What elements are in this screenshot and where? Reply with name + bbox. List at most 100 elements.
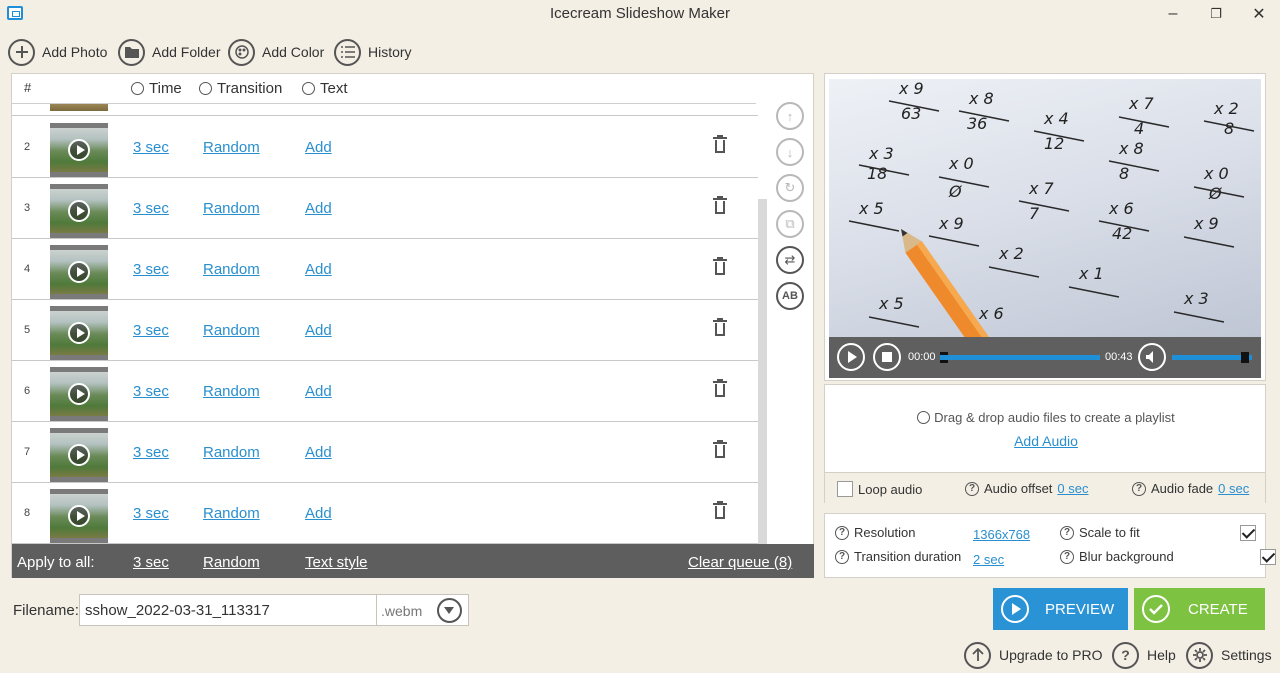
help-icon[interactable]: ? [835,525,849,540]
svg-text:x 9: x 9 [938,214,964,233]
slide-text-link[interactable]: Add [305,322,332,339]
preview-button[interactable]: PREVIEW [993,588,1128,630]
slide-text-link[interactable]: Add [305,505,332,522]
loop-audio-option[interactable]: Loop audio [837,481,922,497]
play-icon[interactable] [68,139,90,161]
header-text: Text [302,80,348,97]
history-button[interactable]: History [334,38,412,66]
slide-row[interactable]: 5 3 sec Random Add [12,300,758,361]
stop-button[interactable] [873,343,901,371]
filename-input[interactable] [79,594,377,626]
slide-transition-link[interactable]: Random [203,200,260,217]
slide-thumbnail[interactable] [50,245,108,299]
slide-thumbnail[interactable] [50,184,108,238]
slide-time-link[interactable]: 3 sec [133,139,169,156]
svg-text:Ø: Ø [1208,184,1222,203]
resolution-link[interactable]: 1366x768 [973,527,1030,542]
move-down-button[interactable]: ↓ [776,138,804,166]
trash-icon[interactable] [713,135,727,153]
slide-row[interactable]: 2 3 sec Random Add [12,117,758,178]
slide-row[interactable]: 8 3 sec Random Add [12,483,758,544]
apply-transition-link[interactable]: Random [203,554,260,571]
slide-thumbnail[interactable] [50,489,108,543]
play-icon[interactable] [68,444,90,466]
slide-row[interactable]: 3 3 sec Random Add [12,178,758,239]
help-icon[interactable]: ? [835,549,849,564]
trash-can [715,445,725,458]
volume-knob[interactable] [1241,352,1249,363]
slide-time-link[interactable]: 3 sec [133,261,169,278]
maximize-button[interactable]: ❐ [1196,2,1236,26]
play-icon[interactable] [68,322,90,344]
trash-icon[interactable] [713,196,727,214]
slide-time-link[interactable]: 3 sec [133,505,169,522]
slide-row[interactable]: 7 3 sec Random Add [12,422,758,483]
slide-transition-link[interactable]: Random [203,505,260,522]
slide-text-link[interactable]: Add [305,444,332,461]
trash-icon[interactable] [713,318,727,336]
slide-transition-link[interactable]: Random [203,139,260,156]
transition-duration-link[interactable]: 2 sec [973,552,1004,567]
text-style-link[interactable]: Text style [305,554,368,571]
slide-time-link[interactable]: 3 sec [133,200,169,217]
slide-time-link[interactable]: 3 sec [133,444,169,461]
list-scrollbar[interactable] [758,199,767,544]
help-icon[interactable]: ? [965,481,979,496]
duplicate-button[interactable]: ⧉ [776,210,804,238]
slide-thumbnail[interactable] [50,428,108,482]
chevron-down-icon[interactable] [437,598,462,623]
audio-offset-link[interactable]: 0 sec [1057,481,1088,496]
play-icon[interactable] [68,261,90,283]
trash-icon[interactable] [713,440,727,458]
slide-transition-link[interactable]: Random [203,444,260,461]
add-folder-button[interactable]: Add Folder [118,38,220,66]
audio-fade-link[interactable]: 0 sec [1218,481,1249,496]
slide-thumbnail[interactable] [50,367,108,421]
seek-bar[interactable] [940,355,1100,360]
slide-transition-link[interactable]: Random [203,322,260,339]
trash-icon[interactable] [713,501,727,519]
slide-text-link[interactable]: Add [305,261,332,278]
settings-button[interactable]: Settings [1186,640,1272,670]
help-icon[interactable]: ? [1132,481,1146,496]
add-color-button[interactable]: Add Color [228,38,324,66]
slide-time-link[interactable]: 3 sec [133,322,169,339]
help-icon[interactable]: ? [1060,525,1074,540]
help-icon[interactable]: ? [1060,549,1074,564]
rotate-button[interactable]: ↻ [776,174,804,202]
help-button[interactable]: ? Help [1112,640,1176,670]
extension-select[interactable]: .webm [376,594,469,626]
play-icon[interactable] [68,505,90,527]
add-photo-button[interactable]: Add Photo [8,38,107,66]
slide-transition-link[interactable]: Random [203,261,260,278]
slide-row[interactable]: 6 3 sec Random Add [12,361,758,422]
minimize-button[interactable]: – [1153,2,1193,26]
upgrade-to-pro-button[interactable]: Upgrade to PRO [964,640,1103,670]
close-button[interactable]: ✕ [1239,2,1279,26]
volume-button[interactable] [1138,343,1166,371]
move-up-button[interactable]: ↑ [776,102,804,130]
slide-time-link[interactable]: 3 sec [133,383,169,400]
slide-text-link[interactable]: Add [305,383,332,400]
add-audio-link[interactable]: Add Audio [825,433,1267,449]
slide-text-link[interactable]: Add [305,200,332,217]
volume-slider[interactable] [1172,355,1252,360]
trash-icon[interactable] [713,379,727,397]
blur-background-checkbox[interactable] [1259,549,1276,565]
trash-icon[interactable] [713,257,727,275]
slide-thumbnail[interactable] [50,306,108,360]
create-button[interactable]: CREATE [1134,588,1265,630]
slide-row[interactable]: 4 3 sec Random Add [12,239,758,300]
slide-transition-link[interactable]: Random [203,383,260,400]
slide-text-link[interactable]: Add [305,139,332,156]
apply-time-link[interactable]: 3 sec [133,554,169,571]
play-icon[interactable] [68,200,90,222]
play-icon[interactable] [68,383,90,405]
sort-ab-button[interactable]: AB [776,282,804,310]
loop-audio-checkbox[interactable] [837,481,853,497]
clear-queue-link[interactable]: Clear queue (8) [688,554,792,571]
slide-thumbnail[interactable] [50,123,108,177]
play-button[interactable] [837,343,865,371]
scale-to-fit-checkbox[interactable] [1240,525,1256,541]
shuffle-button[interactable]: ⇄ [776,246,804,274]
